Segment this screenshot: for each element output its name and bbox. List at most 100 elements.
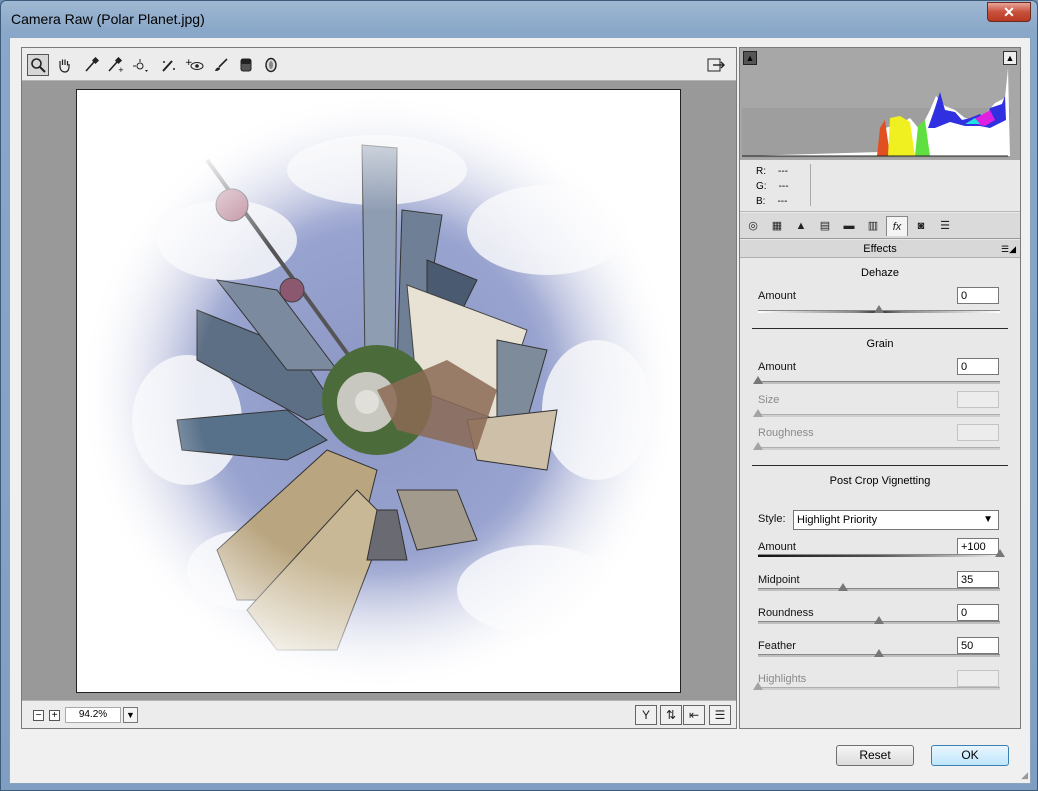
tab-detail[interactable]: ▲ (790, 216, 812, 236)
vignette-amount-field[interactable] (957, 538, 999, 555)
green-value: --- (778, 181, 789, 192)
adjustments-panel: ▲ ▲ R: --- G: --- B: --- ◎ ▦ ▲ ▤ ▬ ▥ fx ◙ ☰ (739, 47, 1021, 729)
close-icon: ✕ (1003, 4, 1015, 20)
vignette-amount-label: Amount (758, 541, 796, 553)
histogram: ▲ ▲ (740, 48, 1020, 160)
tab-tone-curve[interactable]: ▦ (766, 216, 788, 236)
preview-panel: + + − + 94.2% ▼ Y ⇅ ⇤ ☰ (21, 47, 737, 729)
targeted-adjustment-tool-icon[interactable] (130, 54, 152, 76)
preview-preferences-button[interactable]: ☰ (709, 705, 731, 725)
slider-thumb (753, 442, 763, 450)
grain-roughness-slider (753, 442, 1000, 450)
tab-camera-calibration[interactable]: ◙ (910, 216, 932, 236)
grain-roughness-field (957, 424, 999, 441)
grain-amount-slider[interactable] (753, 376, 1000, 384)
triangle-up-icon: ▲ (745, 53, 755, 63)
adjustment-brush-icon[interactable] (210, 54, 232, 76)
histogram-graph (742, 50, 1018, 158)
slider-thumb[interactable] (874, 305, 884, 313)
tab-split-toning[interactable]: ▬ (838, 216, 860, 236)
close-button[interactable]: ✕ (987, 2, 1031, 22)
tab-lens-corrections[interactable]: ▥ (862, 216, 884, 236)
zoom-tool-icon[interactable] (27, 54, 49, 76)
zoom-level-field[interactable]: 94.2% (65, 707, 121, 723)
green-label: G: (756, 181, 767, 192)
vignette-midpoint-field[interactable] (957, 571, 999, 588)
grain-size-slider (753, 409, 1000, 417)
chevron-down-icon: ▼ (983, 514, 993, 525)
svg-text:+: + (118, 66, 124, 73)
slider-thumb[interactable] (995, 549, 1005, 557)
graduated-filter-icon[interactable] (235, 54, 257, 76)
slider-thumb[interactable] (837, 583, 848, 591)
vignette-midpoint-slider[interactable] (758, 583, 1000, 591)
ok-button[interactable]: OK (931, 745, 1009, 766)
window-title: Camera Raw (Polar Planet.jpg) (11, 11, 205, 27)
spot-removal-tool-icon[interactable] (158, 54, 180, 76)
section-divider (752, 328, 1008, 329)
reset-button[interactable]: Reset (836, 745, 914, 766)
camera-raw-window: Camera Raw (Polar Planet.jpg) ✕ + + − + … (0, 0, 1038, 791)
shadow-clipping-warning-button[interactable]: ▲ (743, 51, 757, 65)
swap-icon: ⇅ (665, 708, 677, 722)
tab-presets[interactable]: ☰ (934, 216, 956, 236)
slider-thumb (753, 682, 763, 690)
color-sampler-tool-icon[interactable]: + (104, 54, 126, 76)
slider-thumb[interactable] (874, 616, 884, 624)
blue-readout: B: --- (756, 196, 787, 207)
swap-settings-button[interactable]: ⇅ (660, 705, 682, 725)
red-eye-removal-tool-icon[interactable]: + (184, 54, 206, 76)
grain-amount-field[interactable] (957, 358, 999, 375)
hand-tool-icon[interactable] (53, 54, 75, 76)
vignette-title: Post Crop Vignetting (829, 475, 931, 487)
tab-effects[interactable]: fx (886, 216, 908, 236)
red-label: R: (756, 166, 766, 177)
dehaze-amount-slider[interactable] (758, 305, 1000, 313)
vignette-roundness-slider[interactable] (758, 616, 1000, 624)
grain-roughness-label: Roughness (758, 427, 814, 439)
effects-header: Effects ☰◢ (740, 240, 1020, 258)
tab-basic[interactable]: ◎ (742, 216, 764, 236)
zoom-in-button[interactable]: + (49, 710, 60, 721)
panel-menu-icon[interactable]: ☰◢ (1001, 240, 1016, 258)
dialog-client-area: + + − + 94.2% ▼ Y ⇅ ⇤ ☰ ▲ ▲ R: --- G: --… (9, 37, 1031, 784)
grain-amount-label: Amount (758, 361, 796, 373)
dehaze-amount-label: Amount (758, 290, 796, 302)
triangle-up-icon: ▲ (1005, 53, 1015, 63)
vignette-midpoint-label: Midpoint (758, 574, 800, 586)
open-preferences-icon[interactable] (705, 54, 727, 76)
settings-sliders-icon: ☰ (714, 708, 726, 722)
vignette-amount-slider[interactable] (758, 549, 1005, 557)
image-preview[interactable] (76, 89, 681, 693)
grain-size-label: Size (758, 394, 780, 406)
dehaze-amount-field[interactable] (957, 287, 999, 304)
vignette-feather-slider[interactable] (758, 649, 1000, 657)
vignette-highlights-label: Highlights (758, 673, 807, 685)
slider-thumb (753, 409, 763, 417)
vignette-style-select[interactable]: Highlight Priority ▼ (793, 510, 999, 530)
slider-thumb[interactable] (874, 649, 884, 657)
rgb-readout: R: --- G: --- B: --- (740, 160, 1020, 212)
zoom-dropdown-button[interactable]: ▼ (123, 707, 138, 723)
vignette-roundness-field[interactable] (957, 604, 999, 621)
vignette-highlights-slider (753, 682, 1000, 690)
white-balance-tool-icon[interactable] (80, 54, 102, 76)
readout-divider (810, 164, 811, 206)
before-after-icon: Y (641, 708, 650, 722)
zoom-out-button[interactable]: − (33, 710, 44, 721)
copy-settings-icon: ⇤ (688, 708, 700, 722)
tab-hsl[interactable]: ▤ (814, 216, 836, 236)
slider-thumb[interactable] (753, 376, 763, 384)
title-bar[interactable]: Camera Raw (Polar Planet.jpg) ✕ (1, 1, 1037, 37)
resize-grip-icon[interactable]: ◢ (1021, 770, 1028, 781)
vignette-feather-label: Feather (758, 640, 796, 652)
highlight-clipping-warning-button[interactable]: ▲ (1003, 51, 1017, 65)
grain-title: Grain (866, 338, 894, 350)
copy-settings-button[interactable]: ⇤ (683, 705, 705, 725)
chevron-down-icon: ▼ (126, 710, 135, 720)
dehaze-title: Dehaze (861, 267, 899, 279)
vignette-feather-field[interactable] (957, 637, 999, 654)
radial-filter-icon[interactable] (260, 54, 282, 76)
before-after-toggle-button[interactable]: Y (635, 705, 657, 725)
tool-bar: + + (22, 48, 736, 81)
